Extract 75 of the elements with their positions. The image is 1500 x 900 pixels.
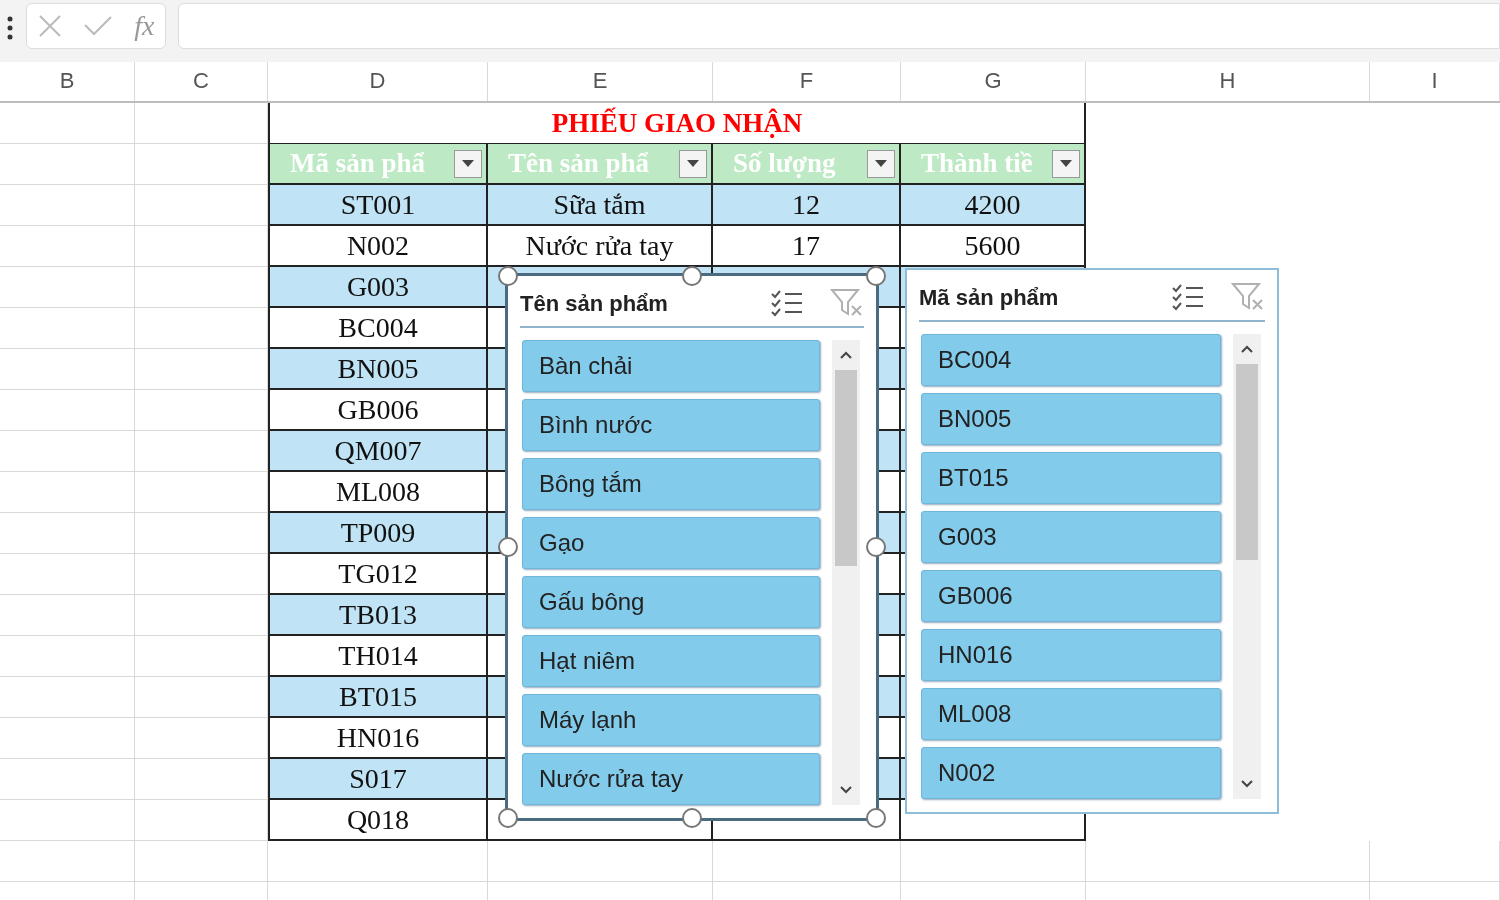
- slicer-item[interactable]: Máy lạnh: [522, 694, 820, 746]
- multi-select-icon[interactable]: [1171, 283, 1205, 311]
- column-header[interactable]: H: [1219, 64, 1236, 97]
- resize-handle[interactable]: [866, 808, 886, 828]
- table-cell: TB013: [268, 595, 488, 636]
- filter-dropdown[interactable]: [454, 149, 482, 178]
- table-cell: N002: [268, 226, 488, 267]
- table-cell: ML008: [268, 472, 488, 513]
- resize-handle[interactable]: [682, 266, 702, 286]
- column-header[interactable]: D: [369, 64, 386, 97]
- slicer-title: Tên sản phẩm: [520, 289, 668, 318]
- caret-icon: [687, 159, 699, 168]
- slicer-item[interactable]: BC004: [921, 334, 1221, 386]
- table-cell: TG012: [268, 554, 488, 595]
- column-header[interactable]: E: [592, 64, 608, 97]
- slicer-item[interactable]: HN016: [921, 629, 1221, 681]
- header-cell: Số lượng: [713, 144, 901, 185]
- resize-handle[interactable]: [866, 537, 886, 557]
- table-cell: 12: [713, 185, 901, 226]
- formula-input[interactable]: [178, 3, 1500, 49]
- slicer-item[interactable]: ML008: [921, 688, 1221, 740]
- column-header[interactable]: B: [59, 64, 75, 97]
- scroll-thumb[interactable]: [1236, 364, 1258, 560]
- more-options-icon[interactable]: [6, 15, 14, 41]
- resize-handle[interactable]: [498, 537, 518, 557]
- header-cell: Tên sản phẩ: [488, 144, 713, 185]
- table-cell: 4200: [901, 185, 1086, 226]
- table-cell: BC004: [268, 308, 488, 349]
- slicer-item[interactable]: GB006: [921, 570, 1221, 622]
- table-cell: S017: [268, 759, 488, 800]
- table-cell: Q018: [268, 800, 488, 841]
- caret-icon: [1060, 159, 1072, 168]
- column-header[interactable]: F: [799, 64, 814, 97]
- resize-handle[interactable]: [682, 808, 702, 828]
- table-cell: G003: [268, 267, 488, 308]
- table-cell: BT015: [268, 677, 488, 718]
- header-cell: Mã sản phẩ: [268, 144, 488, 185]
- multi-select-icon[interactable]: [770, 289, 804, 317]
- slicer-item[interactable]: Bình nước: [522, 399, 820, 451]
- table-cell: 5600: [901, 226, 1086, 267]
- table-title: PHIẾU GIAO NHẬN: [268, 103, 1086, 144]
- slicer-item[interactable]: Nước rửa tay: [522, 753, 820, 805]
- slicer-item[interactable]: Bông tắm: [522, 458, 820, 510]
- slicer-item[interactable]: Hạt niêm: [522, 635, 820, 687]
- slicer-item[interactable]: Gấu bông: [522, 576, 820, 628]
- filter-dropdown[interactable]: [679, 149, 707, 178]
- slicer-title: Mã sản phẩm: [919, 283, 1059, 312]
- filter-dropdown[interactable]: [1052, 149, 1080, 178]
- scrollbar[interactable]: [832, 340, 860, 805]
- column-header[interactable]: I: [1431, 64, 1438, 97]
- caret-icon: [875, 159, 887, 168]
- slicer-item[interactable]: G003: [921, 511, 1221, 563]
- slicer-item[interactable]: N002: [921, 747, 1221, 799]
- column-header[interactable]: G: [984, 64, 1002, 97]
- scrollbar[interactable]: [1233, 334, 1261, 799]
- table-cell: HN016: [268, 718, 488, 759]
- table-cell: GB006: [268, 390, 488, 431]
- slicer-item[interactable]: BT015: [921, 452, 1221, 504]
- header-cell: Thành tiề: [901, 144, 1086, 185]
- slicer-item[interactable]: BN005: [921, 393, 1221, 445]
- table-cell: Sữa tắm: [488, 185, 713, 226]
- table-cell: 17: [713, 226, 901, 267]
- table-cell: QM007: [268, 431, 488, 472]
- table-cell: TH014: [268, 636, 488, 677]
- table-cell: BN005: [268, 349, 488, 390]
- check-icon[interactable]: [82, 15, 113, 37]
- scroll-thumb[interactable]: [835, 370, 857, 566]
- table-cell: Nước rửa tay: [488, 226, 713, 267]
- slicer-item[interactable]: Gạo: [522, 517, 820, 569]
- filter-dropdown[interactable]: [867, 149, 895, 178]
- table-cell: ST001: [268, 185, 488, 226]
- caret-icon: [462, 159, 474, 168]
- slicer-item[interactable]: Bàn chải: [522, 340, 820, 392]
- table-cell: TP009: [268, 513, 488, 554]
- column-header[interactable]: C: [193, 64, 209, 97]
